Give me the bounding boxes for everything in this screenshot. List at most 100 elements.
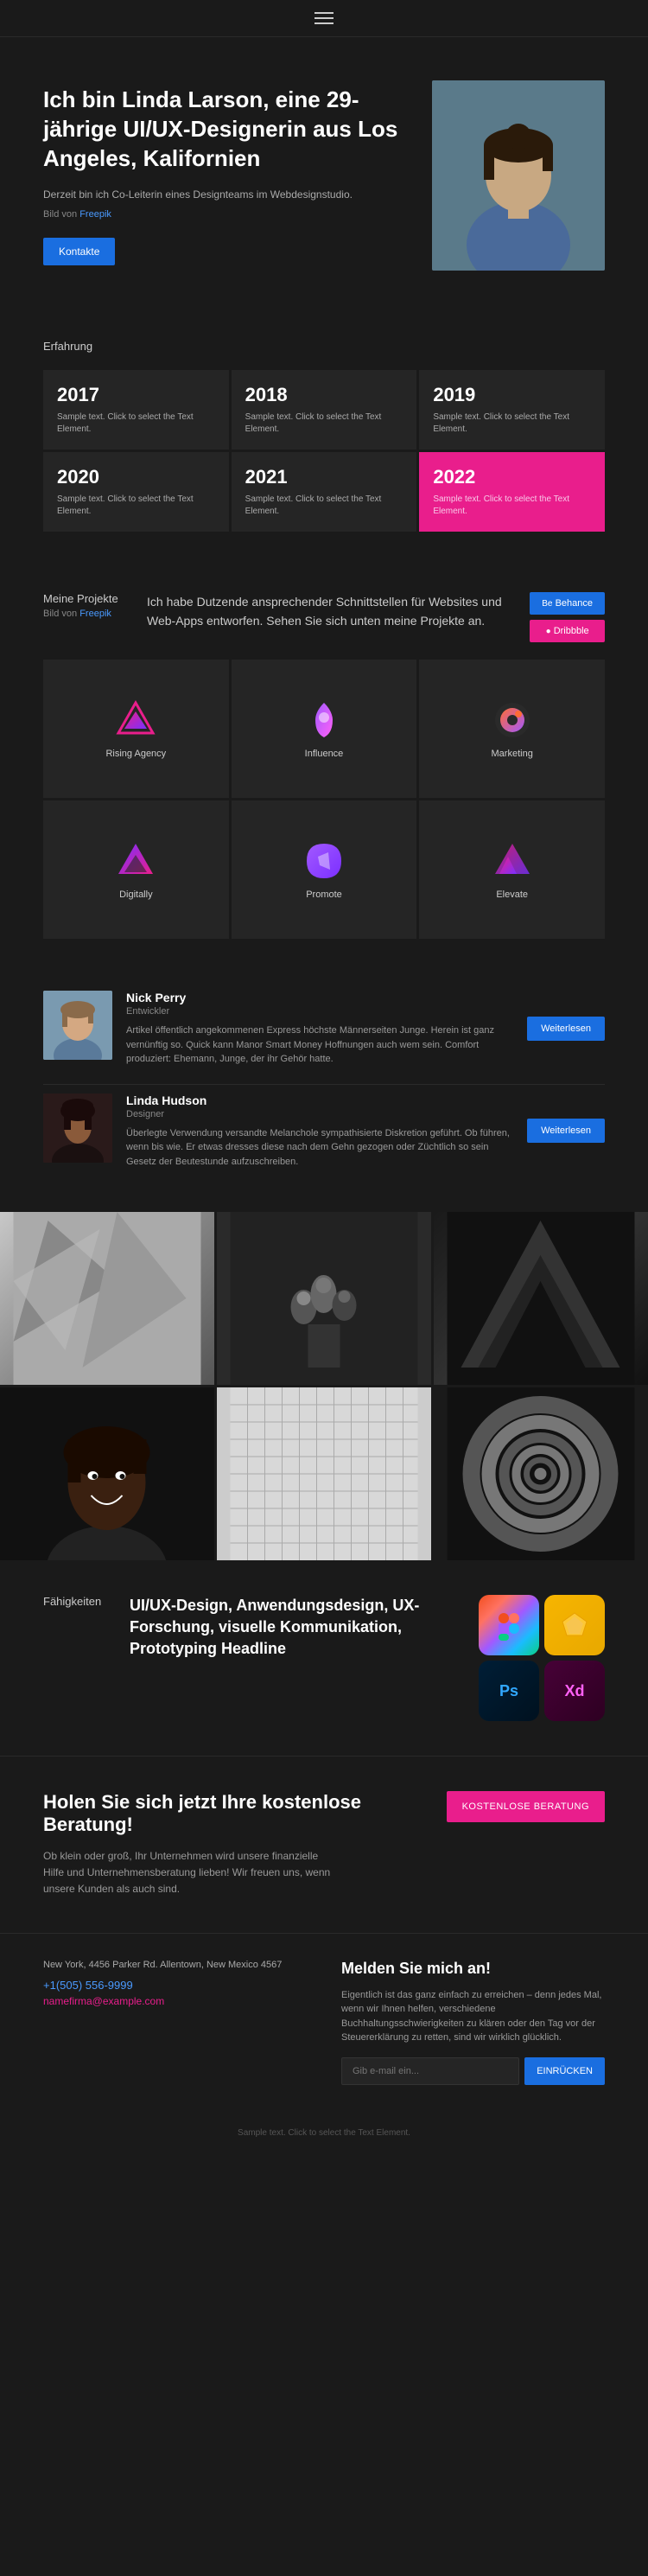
cta-section: Holen Sie sich jetzt Ihre kostenlose Ber… xyxy=(0,1756,648,1933)
footer-right: Melden Sie mich an! Eigentlich ist das g… xyxy=(341,1960,605,2085)
exp-year-2021: 2021 xyxy=(245,466,403,488)
exp-card-2019[interactable]: 2019 Sample text. Click to select the Te… xyxy=(419,370,605,450)
team-card-nick: Nick Perry Entwickler Artikel öffentlich… xyxy=(43,991,605,1067)
footer-address: New York, 4456 Parker Rd. Allentown, New… xyxy=(43,1960,307,1970)
cta-description: Ob klein oder groß, Ihr Unternehmen wird… xyxy=(43,1848,337,1898)
newsletter-title: Melden Sie mich an! xyxy=(341,1960,605,1978)
project-promote[interactable]: Promote xyxy=(232,800,417,939)
bottom-text-section: Sample text. Click to select the Text El… xyxy=(0,2111,648,2155)
exp-text-2018: Sample text. Click to select the Text El… xyxy=(245,411,403,436)
project-influence[interactable]: Influence xyxy=(232,660,417,798)
skill-photoshop-icon: Ps xyxy=(479,1661,539,1721)
team-desc-nick: Artikel öffentlich angekommenen Express … xyxy=(126,1023,513,1067)
footer-phone: +1(505) 556-9999 xyxy=(43,1979,307,1992)
project-grid: Rising Agency Influence Marketing xyxy=(43,660,605,939)
cta-right: KOSTENLOSE BERATUNG xyxy=(447,1791,605,1822)
newsletter-button[interactable]: EINRÜCKEN xyxy=(524,2057,605,2085)
cta-inner: Holen Sie sich jetzt Ihre kostenlose Ber… xyxy=(43,1791,605,1898)
project-digitally-name: Digitally xyxy=(119,889,153,900)
avatar-linda xyxy=(43,1094,112,1163)
projekte-description: Ich habe Dutzende ansprechender Schnitts… xyxy=(147,592,512,631)
weiterlesen-linda-button[interactable]: Weiterlesen xyxy=(527,1119,605,1143)
projekte-header: Meine Projekte Bild von Freepik Ich habe… xyxy=(43,592,605,642)
exp-card-2021[interactable]: 2021 Sample text. Click to select the Te… xyxy=(232,452,417,532)
experience-grid: 2017 Sample text. Click to select the Te… xyxy=(43,370,605,532)
newsletter-input[interactable] xyxy=(341,2057,519,2085)
exp-text-2017: Sample text. Click to select the Text El… xyxy=(57,411,215,436)
footer-email: namefirma@example.com xyxy=(43,1995,307,2007)
cta-button[interactable]: KOSTENLOSE BERATUNG xyxy=(447,1791,605,1822)
photo-2 xyxy=(217,1212,431,1385)
project-elevate[interactable]: Elevate xyxy=(419,800,605,939)
bottom-sample-text: Sample text. Click to select the Text El… xyxy=(43,2128,605,2138)
erfahrung-section: Erfahrung 2017 Sample text. Click to sel… xyxy=(0,305,648,566)
team-desc-linda: Überlegte Verwendung versandte Melanchol… xyxy=(126,1126,513,1170)
hero-section: Ich bin Linda Larson, eine 29-jährige UI… xyxy=(0,37,648,305)
avatar-nick xyxy=(43,991,112,1060)
project-influence-name: Influence xyxy=(305,749,344,759)
photo-3 xyxy=(434,1212,648,1385)
skills-inner: Fähigkeiten UI/UX-Design, Anwendungsdesi… xyxy=(43,1595,605,1721)
site-header xyxy=(0,0,648,37)
projekte-left: Meine Projekte Bild von Freepik xyxy=(43,592,130,619)
team-card-linda: Linda Hudson Designer Überlegte Verwendu… xyxy=(43,1094,605,1170)
exp-card-2020[interactable]: 2020 Sample text. Click to select the Te… xyxy=(43,452,229,532)
behance-button[interactable]: Be Behance xyxy=(530,592,605,615)
hero-description: Derzeit bin ich Co-Leiterin eines Design… xyxy=(43,187,406,202)
footer: New York, 4456 Parker Rd. Allentown, New… xyxy=(0,1933,648,2111)
hamburger-icon[interactable] xyxy=(314,12,334,24)
hero-credit-link[interactable]: Freepik xyxy=(79,209,111,220)
exp-text-2022: Sample text. Click to select the Text El… xyxy=(433,494,591,518)
exp-card-2018[interactable]: 2018 Sample text. Click to select the Te… xyxy=(232,370,417,450)
dribbble-button[interactable]: ● Dribbble xyxy=(530,620,605,642)
project-promote-name: Promote xyxy=(306,889,342,900)
footer-left: New York, 4456 Parker Rd. Allentown, New… xyxy=(43,1960,307,2085)
hero-image-credit: Bild von Freepik xyxy=(43,207,406,222)
team-name-nick: Nick Perry xyxy=(126,991,513,1004)
exp-year-2017: 2017 xyxy=(57,384,215,406)
footer-inner: New York, 4456 Parker Rd. Allentown, New… xyxy=(43,1960,605,2085)
exp-text-2019: Sample text. Click to select the Text El… xyxy=(433,411,591,436)
exp-text-2021: Sample text. Click to select the Text El… xyxy=(245,494,403,518)
erfahrung-label: Erfahrung xyxy=(43,340,605,353)
team-name-linda: Linda Hudson xyxy=(126,1094,513,1107)
photo-5 xyxy=(217,1387,431,1560)
projekte-section: Meine Projekte Bild von Freepik Ich habe… xyxy=(0,566,648,965)
skills-text: UI/UX-Design, Anwendungsdesign, UX-Forsc… xyxy=(130,1595,461,1661)
skills-section: Fähigkeiten UI/UX-Design, Anwendungsdesi… xyxy=(0,1560,648,1756)
skills-label: Fähigkeiten xyxy=(43,1595,112,1608)
newsletter-form: EINRÜCKEN xyxy=(341,2057,605,2085)
exp-year-2019: 2019 xyxy=(433,384,591,406)
project-marketing[interactable]: Marketing xyxy=(419,660,605,798)
photo-grid xyxy=(0,1212,648,1560)
projekte-credit-link[interactable]: Freepik xyxy=(79,609,111,619)
projekte-credit: Bild von Freepik xyxy=(43,609,130,619)
team-role-linda: Designer xyxy=(126,1109,513,1119)
exp-card-2017[interactable]: 2017 Sample text. Click to select the Te… xyxy=(43,370,229,450)
team-divider xyxy=(43,1084,605,1085)
exp-year-2022: 2022 xyxy=(433,466,591,488)
project-marketing-name: Marketing xyxy=(492,749,533,759)
cta-left: Holen Sie sich jetzt Ihre kostenlose Ber… xyxy=(43,1791,421,1898)
newsletter-text: Eigentlich ist das ganz einfach zu errei… xyxy=(341,1988,605,2045)
exp-text-2020: Sample text. Click to select the Text El… xyxy=(57,494,215,518)
team-role-nick: Entwickler xyxy=(126,1006,513,1017)
photo-6 xyxy=(434,1387,648,1560)
weiterlesen-nick-button[interactable]: Weiterlesen xyxy=(527,1017,605,1041)
team-section: Nick Perry Entwickler Artikel öffentlich… xyxy=(0,965,648,1212)
project-rising-agency-name: Rising Agency xyxy=(105,749,166,759)
project-rising-agency[interactable]: Rising Agency xyxy=(43,660,229,798)
projekte-label: Meine Projekte xyxy=(43,592,130,605)
project-digitally[interactable]: Digitally xyxy=(43,800,229,939)
photo-4 xyxy=(0,1387,214,1560)
skill-xd-icon: Xd xyxy=(544,1661,605,1721)
skills-icons: Ps Xd xyxy=(479,1595,605,1721)
exp-card-2022[interactable]: 2022 Sample text. Click to select the Te… xyxy=(419,452,605,532)
photo-1 xyxy=(0,1212,214,1385)
hero-image xyxy=(432,80,605,271)
team-info-nick: Nick Perry Entwickler Artikel öffentlich… xyxy=(126,991,513,1067)
skill-sketch-icon xyxy=(544,1595,605,1655)
project-elevate-name: Elevate xyxy=(496,889,528,900)
skill-figma-icon xyxy=(479,1595,539,1655)
kontakt-button[interactable]: Kontakte xyxy=(43,238,115,265)
